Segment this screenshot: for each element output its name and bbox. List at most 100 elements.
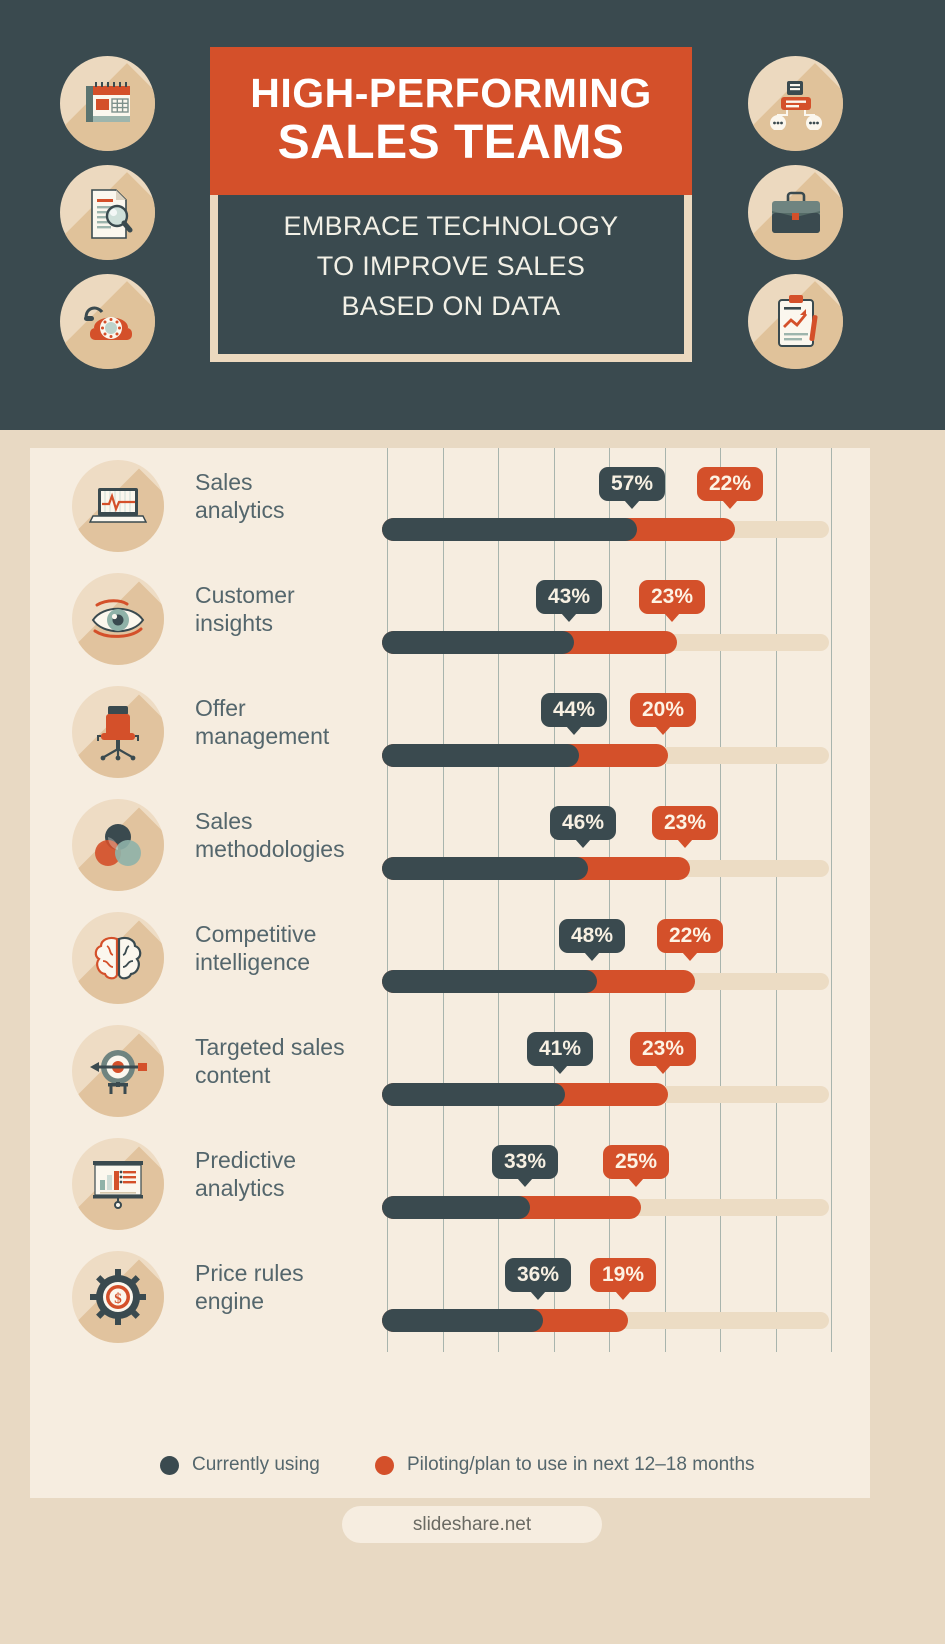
venn-diagram-icon — [72, 799, 164, 891]
gridlines — [382, 561, 832, 674]
value-bubble-piloting: 25% — [603, 1145, 670, 1187]
row-label-line-1: Sales — [195, 469, 253, 495]
gridline — [831, 561, 832, 674]
gridline — [554, 674, 555, 787]
row-label: Customer insights — [195, 581, 375, 637]
gridline — [776, 674, 777, 787]
chart-row: $ Price rules engine 36% 19% — [30, 1239, 870, 1352]
gridline — [609, 561, 610, 674]
bar-segment-currently-using — [382, 857, 588, 880]
gridline — [387, 561, 388, 674]
gridline — [387, 1239, 388, 1352]
value-bubble-currently-using: 57% — [599, 467, 666, 509]
gridline — [609, 1239, 610, 1352]
title-line-1: HIGH-PERFORMING — [250, 70, 652, 117]
gear-dollar-icon: $ — [72, 1251, 164, 1343]
gridline — [665, 1126, 666, 1239]
value-bubble-piloting: 20% — [630, 693, 697, 735]
gridline — [554, 900, 555, 1013]
gridline — [498, 1239, 499, 1352]
legend-dot-dark — [160, 1455, 179, 1475]
row-label: Offer management — [195, 694, 375, 750]
gridline — [498, 448, 499, 561]
gridline — [831, 900, 832, 1013]
gridline — [776, 561, 777, 674]
gridline — [720, 900, 721, 1013]
row-label-line-2: engine — [195, 1288, 265, 1315]
bar-segment-currently-using — [382, 970, 597, 993]
row-label-line-1: Targeted sales — [195, 1034, 345, 1060]
gridline — [554, 787, 555, 900]
clipboard-chart-icon — [748, 274, 843, 369]
row-label: Predictive analytics — [195, 1146, 375, 1202]
gridline — [720, 561, 721, 674]
value-bubble-piloting: 23% — [639, 580, 706, 622]
gridlines — [382, 900, 832, 1013]
gridline — [720, 1126, 721, 1239]
legend-label-1: Piloting/plan to use in next 12–18 month… — [407, 1454, 755, 1475]
value-label: 41% — [539, 1037, 582, 1060]
value-label: 23% — [642, 1037, 685, 1060]
gridline — [443, 787, 444, 900]
gridline — [720, 1013, 721, 1126]
gridlines — [382, 674, 832, 787]
chart-rows: Sales analytics 57% 22% Customer insights 43% 2… — [30, 448, 870, 1352]
gridlines — [382, 1126, 832, 1239]
row-label: Sales methodologies — [195, 807, 375, 863]
value-label: 20% — [642, 698, 685, 721]
row-label: Price rules engine — [195, 1259, 375, 1315]
gridline — [776, 787, 777, 900]
row-label-line-1: Predictive — [195, 1147, 296, 1173]
value-label: 23% — [651, 585, 694, 608]
gridline — [665, 787, 666, 900]
gridline — [387, 448, 388, 561]
gridline — [609, 1013, 610, 1126]
row-label-line-2: content — [195, 1062, 271, 1089]
gridline — [609, 674, 610, 787]
gridline — [498, 1126, 499, 1239]
gridline — [387, 900, 388, 1013]
value-label: 23% — [664, 811, 707, 834]
gridline — [831, 1239, 832, 1352]
value-bubble-currently-using: 43% — [536, 580, 603, 622]
gridline — [443, 1126, 444, 1239]
header-right-icon-column — [748, 56, 843, 381]
legend-dot-accent — [375, 1455, 394, 1475]
gridline — [831, 1013, 832, 1126]
gridline — [443, 674, 444, 787]
gridline — [609, 448, 610, 561]
subtitle: EMBRACE TECHNOLOGY TO IMPROVE SALES BASE… — [218, 207, 684, 327]
value-label: 22% — [669, 924, 712, 947]
gridline — [443, 1013, 444, 1126]
legend-piloting: Piloting/plan to use in next 12–18 month… — [375, 1454, 755, 1476]
value-bubble-piloting: 23% — [652, 806, 719, 848]
value-label: 43% — [548, 585, 591, 608]
title-bar: HIGH-PERFORMING SALES TEAMS — [210, 47, 692, 195]
bar-segment-currently-using — [382, 518, 637, 541]
value-bubble-currently-using: 36% — [505, 1258, 572, 1300]
value-label: 57% — [611, 472, 654, 495]
row-label-line-1: Price rules — [195, 1260, 304, 1286]
chart-row: Sales methodologies 46% 23% — [30, 787, 870, 900]
presentation-board-icon — [72, 1138, 164, 1230]
value-bubble-currently-using: 46% — [550, 806, 617, 848]
value-bubble-piloting: 22% — [657, 919, 724, 961]
gridline — [776, 900, 777, 1013]
telephone-icon — [60, 274, 155, 369]
value-bubble-currently-using: 33% — [492, 1145, 559, 1187]
gridline — [554, 1126, 555, 1239]
laptop-chart-icon — [72, 460, 164, 552]
row-label-line-1: Customer — [195, 582, 295, 608]
gridline — [443, 900, 444, 1013]
subtitle-line-1: EMBRACE TECHNOLOGY — [283, 211, 619, 241]
chart-row: Competitive intelligence 48% 22% — [30, 900, 870, 1013]
infographic-page: HIGH-PERFORMING SALES TEAMS EMBRACE TECH… — [0, 0, 945, 1644]
row-label-line-1: Sales — [195, 808, 253, 834]
chart-row: Sales analytics 57% 22% — [30, 448, 870, 561]
gridline — [831, 787, 832, 900]
svg-text:$: $ — [114, 1291, 122, 1307]
gridline — [387, 787, 388, 900]
row-chart: 41% 23% — [382, 1013, 832, 1126]
org-chart-icon — [748, 56, 843, 151]
row-chart: 57% 22% — [382, 448, 832, 561]
